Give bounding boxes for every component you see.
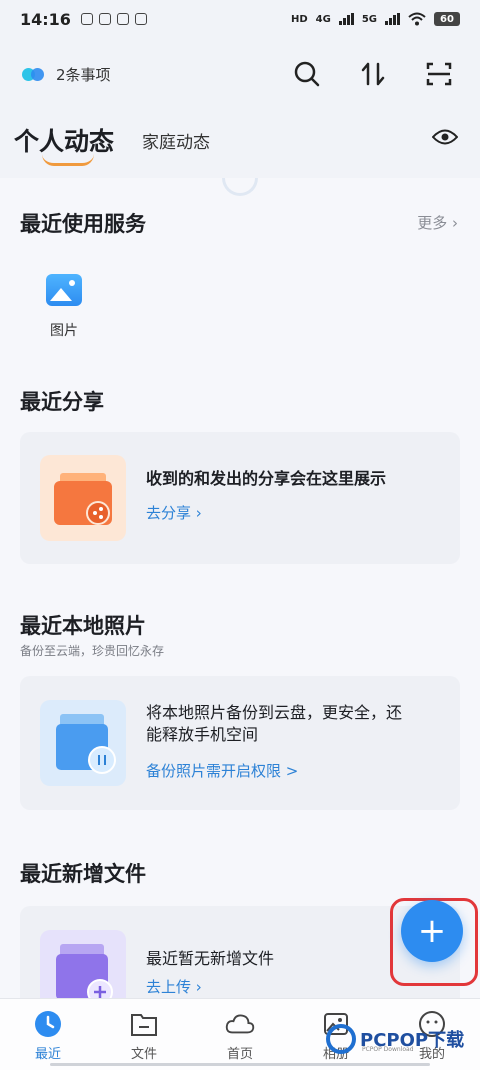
watermark-sub: PCPOP Download (362, 1046, 414, 1053)
watermark-logo-icon (326, 1024, 356, 1054)
recent-services-title: 最近使用服务 (20, 212, 146, 236)
signal-icon (385, 13, 400, 25)
go-share-link[interactable]: 去分享 › (146, 502, 202, 523)
new-files-card-text: 最近暂无新增文件 (146, 949, 275, 968)
status-right: HD 4G 5G 60 (291, 12, 460, 26)
service-pictures[interactable]: 图片 (44, 274, 84, 340)
eye-icon[interactable] (431, 128, 459, 150)
local-photos-subtitle: 备份至云端，珍贵回忆永存 (20, 644, 165, 658)
tab-personal-label: 个人动态 (14, 127, 115, 156)
nav-label: 文件 (130, 1047, 157, 1062)
net-5g-label: 5G (361, 13, 377, 25)
cloud-icon (225, 1009, 255, 1039)
scan-icon[interactable] (420, 55, 458, 93)
backup-permission-link[interactable]: 备份照片需开启权限 > (146, 760, 298, 781)
home-indicator (50, 1063, 430, 1066)
search-icon[interactable] (288, 55, 326, 93)
backup-card-line2: 能释放手机空间 (146, 725, 259, 744)
tab-family[interactable]: 家庭动态 (142, 118, 210, 153)
battery-indicator: 60 (434, 12, 460, 26)
wifi-icon (408, 12, 426, 26)
share-card: 收到的和发出的分享会在这里展示 去分享 › (20, 432, 460, 564)
picture-icon (46, 274, 82, 306)
nav-label: 最近 (34, 1047, 61, 1062)
net-4g-label: 4G (315, 13, 331, 25)
local-photos-title: 最近本地照片 (20, 614, 146, 638)
tab-indicator (42, 154, 94, 166)
clock-icon (33, 1009, 63, 1039)
signal-icon (338, 13, 354, 25)
main-content[interactable]: 最近使用服务 更多 › 图片 最近分享 收到的和发出的分享会在这里展示 去分享 … (0, 178, 480, 998)
items-count[interactable]: 2条事项 (56, 64, 111, 85)
tab-personal[interactable]: 个人动态 (14, 118, 115, 166)
notification-icon (134, 13, 147, 25)
nav-recent[interactable]: 最近 (0, 999, 96, 1070)
refresh-indicator (222, 178, 258, 196)
top-header: 2条事项 (0, 48, 480, 100)
more-link[interactable]: 更多 › (417, 212, 458, 233)
status-bar: 14:16 HD 4G 5G 60 (0, 0, 480, 38)
app-logo-icon (22, 66, 48, 82)
nav-home[interactable]: 首页 (192, 999, 288, 1070)
transfer-icon[interactable] (354, 55, 392, 93)
plus-icon: + (417, 911, 447, 951)
status-time: 14:16 (20, 9, 71, 29)
service-label: 图片 (50, 323, 78, 339)
add-button[interactable]: + (401, 900, 463, 962)
share-folder-icon (40, 455, 126, 541)
backup-box-icon (40, 700, 126, 786)
notification-icon (98, 13, 111, 25)
more-link-label: 更多 (417, 214, 448, 232)
notification-icon (116, 13, 129, 25)
upload-box-icon (40, 930, 126, 998)
new-files-title: 最近新增文件 (20, 862, 146, 886)
hd-icon: HD (290, 13, 308, 25)
recent-share-title: 最近分享 (20, 390, 104, 414)
feed-tabs: 个人动态 家庭动态 (0, 118, 480, 178)
share-card-text: 收到的和发出的分享会在这里展示 (146, 469, 387, 488)
nav-label: 首页 (226, 1047, 253, 1062)
folder-icon (129, 1009, 159, 1039)
backup-card: 将本地照片备份到云盘，更安全，还 能释放手机空间 备份照片需开启权限 > (20, 676, 460, 810)
nav-files[interactable]: 文件 (96, 999, 192, 1070)
watermark: PCPOP下载 PCPOP Download (326, 1024, 464, 1054)
go-upload-link[interactable]: 去上传 › (146, 976, 202, 997)
notification-icon (80, 13, 93, 25)
